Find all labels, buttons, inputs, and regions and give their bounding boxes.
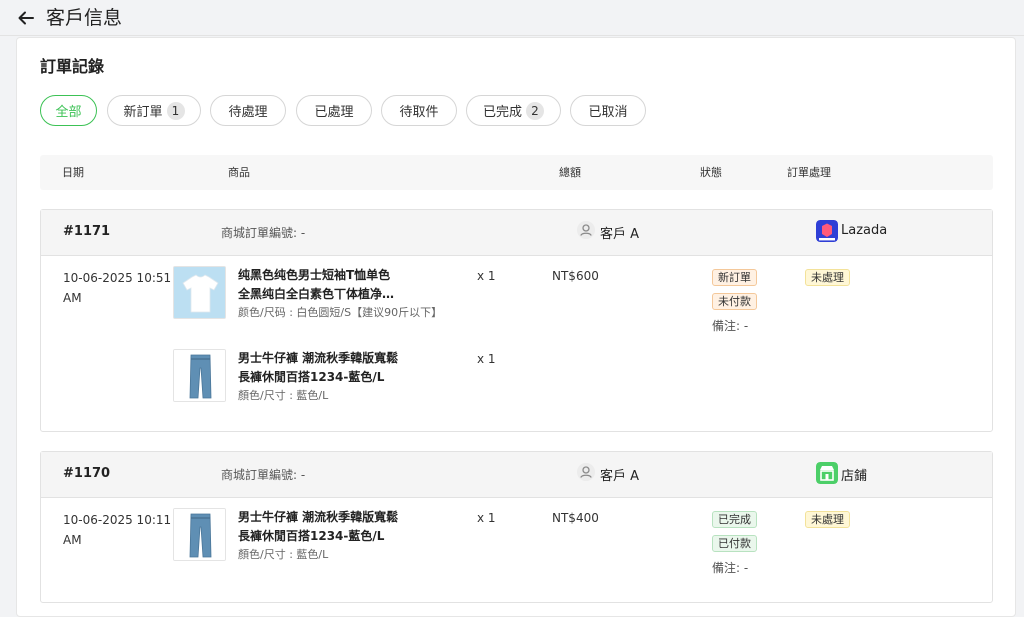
product-image[interactable] — [173, 349, 226, 402]
filter-count-badge: 2 — [526, 101, 544, 120]
order-note: 備注: - — [712, 319, 749, 333]
filter-chip-processed[interactable]: 已處理 — [296, 95, 372, 126]
customer-name: 客戶 A — [600, 227, 640, 242]
product-name-line: 男士牛仔褲 潮流秋季韓版寬鬆 — [238, 351, 399, 365]
filter-chip-label: 待處理 — [228, 105, 268, 120]
payment-status-badge: 已付款 — [712, 535, 757, 552]
white-tshirt-image — [174, 267, 225, 318]
order-header: #1170 商城訂單編號: - 客戶 A 店鋪 — [41, 452, 992, 498]
product-variant: 颜色/尺码 : 白色圆短/S【建议90斤以下】 — [238, 306, 443, 319]
lazada-logo-icon — [816, 220, 838, 242]
item-quantity: x 1 — [477, 269, 496, 283]
column-header-date: 日期 — [62, 166, 84, 179]
column-header-product: 商品 — [228, 166, 250, 179]
channel-name: 店鋪 — [841, 469, 868, 484]
page-title: 客戶信息 — [46, 7, 123, 29]
filter-chip-completed[interactable]: 已完成 2 — [466, 95, 561, 126]
filter-chip-pickup[interactable]: 待取件 — [381, 95, 457, 126]
processing-badge: 未處理 — [805, 511, 850, 528]
product-name[interactable]: 男士牛仔褲 潮流秋季韓版寬鬆 長褲休閒百搭1234-藍色/L — [238, 508, 438, 546]
processing-badge: 未處理 — [805, 269, 850, 286]
blue-jeans-image — [174, 509, 225, 560]
status-badge: 新訂單 — [712, 269, 757, 286]
order-date-time: 10-06-2025 10:51 — [63, 271, 172, 285]
filter-chip-label: 已取消 — [588, 105, 628, 120]
arrow-left-icon[interactable] — [16, 8, 36, 28]
product-name-line: 纯黑色纯色男士短袖T恤单色 — [238, 268, 391, 282]
product-name-line: 長褲休閒百搭1234-藍色/L — [238, 529, 385, 543]
user-icon — [577, 221, 595, 239]
product-name-line: 長褲休閒百搭1234-藍色/L — [238, 370, 385, 384]
product-name-line: 男士牛仔褲 潮流秋季韓版寬鬆 — [238, 510, 399, 524]
filter-chip-label: 全部 — [55, 105, 82, 120]
item-quantity: x 1 — [477, 352, 496, 366]
order-header: #1171 商城訂單編號: - 客戶 A Lazada — [41, 210, 992, 256]
filter-chip-label: 已完成 — [482, 105, 522, 120]
column-header-processing: 訂單處理 — [787, 166, 831, 179]
filter-chip-label: 待取件 — [399, 105, 439, 120]
order-note: 備注: - — [712, 561, 749, 575]
order-date-ampm: AM — [63, 533, 82, 547]
mall-order-number: 商城訂單編號: - — [221, 468, 306, 482]
order-date-ampm: AM — [63, 291, 82, 305]
user-icon — [577, 463, 595, 481]
product-name-line: 全黑纯白全白素色丅体植净… — [238, 287, 395, 301]
column-header-total: 總額 — [559, 166, 581, 179]
order-date: 10-06-2025 10:11 AM — [63, 510, 173, 550]
blue-jeans-image — [174, 350, 225, 401]
customer-name: 客戶 A — [600, 469, 640, 484]
channel-name: Lazada — [841, 223, 888, 238]
product-name[interactable]: 纯黑色纯色男士短袖T恤单色 全黑纯白全白素色丅体植净… — [238, 266, 438, 304]
top-bar: 客戶信息 — [0, 0, 1024, 36]
order-total: NT$600 — [552, 269, 599, 283]
store-icon — [816, 462, 838, 484]
order-card[interactable]: #1170 商城訂單編號: - 客戶 A 店鋪 10-06-2025 10:11… — [40, 451, 993, 603]
filter-chip-all[interactable]: 全部 — [40, 95, 97, 126]
product-image[interactable] — [173, 508, 226, 561]
filter-chip-label: 新訂單 — [123, 105, 163, 120]
product-variant: 顏色/尺寸 : 藍色/L — [238, 389, 329, 402]
order-date-time: 10-06-2025 10:11 — [63, 513, 172, 527]
order-total: NT$400 — [552, 511, 599, 525]
status-badge: 已完成 — [712, 511, 757, 528]
product-name[interactable]: 男士牛仔褲 潮流秋季韓版寬鬆 長褲休閒百搭1234-藍色/L — [238, 349, 438, 387]
product-variant: 顏色/尺寸 : 藍色/L — [238, 548, 329, 561]
section-title: 訂單記錄 — [40, 57, 105, 76]
order-card[interactable]: #1171 商城訂單編號: - 客戶 A Lazada 10-06-2025 1… — [40, 209, 993, 432]
order-id: #1171 — [63, 224, 111, 239]
table-header: 日期 商品 總額 狀態 訂單處理 — [40, 155, 993, 190]
filter-count-badge: 1 — [166, 101, 185, 120]
order-date: 10-06-2025 10:51 AM — [63, 268, 173, 308]
filter-chip-new[interactable]: 新訂單 1 — [107, 95, 201, 126]
column-header-status: 狀態 — [700, 166, 722, 179]
mall-order-number: 商城訂單編號: - — [221, 226, 306, 240]
filter-chip-pending[interactable]: 待處理 — [210, 95, 286, 126]
filter-chip-label: 已處理 — [314, 105, 354, 120]
product-image[interactable] — [173, 266, 226, 319]
payment-status-badge: 未付款 — [712, 293, 757, 310]
order-id: #1170 — [63, 466, 111, 481]
item-quantity: x 1 — [477, 511, 496, 525]
filter-chip-cancelled[interactable]: 已取消 — [570, 95, 646, 126]
